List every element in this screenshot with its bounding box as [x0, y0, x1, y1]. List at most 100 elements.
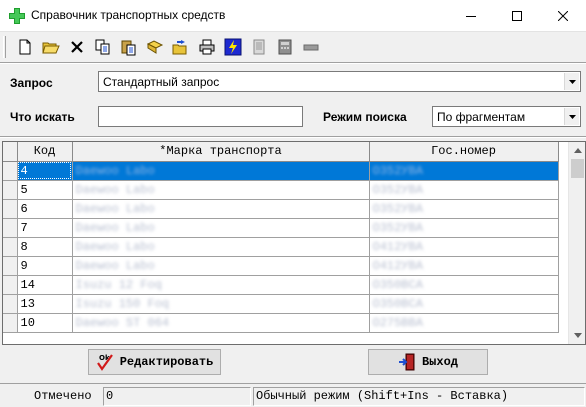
cell-kod[interactable]: 7	[17, 218, 73, 238]
ok-check-icon: Ok	[96, 354, 113, 371]
print-icon[interactable]	[198, 38, 216, 56]
query-select[interactable]: Стандартный запрос	[98, 71, 581, 92]
query-select-value: Стандартный запрос	[103, 75, 220, 89]
row-indicator[interactable]	[3, 294, 18, 314]
table-row[interactable]: 9 Daewoo Labo О412УВА	[3, 256, 559, 276]
open-folder-icon[interactable]	[42, 38, 60, 56]
row-indicator[interactable]	[3, 180, 18, 200]
edit-button[interactable]: Ok Редактировать	[88, 349, 221, 375]
cell-brand[interactable]: Daewoo Labo	[72, 199, 370, 219]
table-row[interactable]: 13 Isuzu 150 Foq О350ВСА	[3, 294, 559, 314]
table-row[interactable]: 6 Daewoo Labo О352УВА	[3, 199, 559, 219]
exit-button-label: Выход	[421, 355, 458, 369]
cell-plate[interactable]: О352УВА	[369, 218, 559, 238]
cell-kod[interactable]: 8	[17, 237, 73, 257]
row-indicator[interactable]	[3, 256, 18, 276]
vehicles-table: Код *Марка транспорта Гос.номер 4 Daewoo…	[3, 142, 559, 333]
table-row[interactable]: 10 Daewoo ST 064 О275ВВА	[3, 313, 559, 333]
minimize-icon	[466, 15, 476, 17]
cell-brand[interactable]: Daewoo Labo	[72, 218, 370, 238]
calculator-icon[interactable]	[276, 38, 294, 56]
cell-kod[interactable]: 6	[17, 199, 73, 219]
exit-button[interactable]: Выход	[368, 349, 488, 375]
scrollbar-thumb[interactable]	[571, 159, 584, 178]
cell-kod[interactable]: 14	[17, 275, 73, 295]
row-indicator[interactable]	[3, 218, 18, 238]
cell-brand[interactable]: Isuzu 150 Foq	[72, 294, 370, 314]
cell-kod[interactable]: 10	[17, 313, 73, 333]
chevron-down-icon[interactable]	[564, 108, 579, 125]
toolbar-grip[interactable]	[3, 36, 6, 58]
cell-plate[interactable]: О412УВА	[369, 256, 559, 276]
search-label: Что искать	[10, 110, 75, 124]
cell-plate[interactable]: О350ВСА	[369, 275, 559, 295]
delete-icon[interactable]	[68, 38, 86, 56]
search-mode-select[interactable]: По фрагментам	[432, 106, 581, 127]
filter-icon[interactable]	[146, 38, 164, 56]
marked-count: 0	[103, 387, 251, 406]
minimize-button[interactable]	[448, 0, 494, 31]
close-icon	[558, 10, 568, 21]
chevron-down-icon[interactable]	[564, 73, 579, 90]
exit-door-icon	[398, 353, 415, 371]
row-indicator[interactable]	[3, 313, 18, 333]
table-row[interactable]: 7 Daewoo Labo О352УВА	[3, 218, 559, 238]
cell-kod[interactable]: 5	[17, 180, 73, 200]
cell-brand[interactable]: Daewoo Labo	[72, 180, 370, 200]
column-header-plate[interactable]: Гос.номер	[369, 142, 559, 162]
table-row[interactable]: 14 Isuzu 12 Foq О350ВСА	[3, 275, 559, 295]
new-document-icon[interactable]	[16, 38, 34, 56]
row-indicator[interactable]	[3, 237, 18, 257]
indicator-header[interactable]	[3, 142, 18, 162]
cell-kod[interactable]: 9	[17, 256, 73, 276]
cell-brand[interactable]: Daewoo ST 064	[72, 313, 370, 333]
open-icon[interactable]	[172, 38, 190, 56]
table-row[interactable]: 4 Daewoo Labo О352УВА	[3, 161, 559, 181]
vertical-scrollbar[interactable]	[568, 142, 585, 344]
status-bar: Отмечено 0 Обычный режим (Shift+Ins - Вс…	[0, 383, 586, 407]
row-indicator[interactable]	[3, 161, 18, 181]
copy-icon[interactable]	[94, 38, 112, 56]
cell-plate[interactable]: О352УВА	[369, 161, 559, 181]
cell-plate[interactable]: О350ВСА	[369, 294, 559, 314]
toolbar-separator	[0, 62, 586, 64]
cell-kod[interactable]: 13	[17, 294, 73, 314]
run-icon[interactable]	[224, 38, 242, 56]
app-cross-icon	[9, 8, 25, 24]
toolbar	[0, 31, 586, 62]
scroll-down-icon[interactable]	[569, 327, 585, 344]
table-header-row: Код *Марка транспорта Гос.номер	[3, 142, 559, 162]
cell-plate[interactable]: О352УВА	[369, 199, 559, 219]
search-mode-value: По фрагментам	[437, 110, 526, 124]
cell-plate[interactable]: О275ВВА	[369, 313, 559, 333]
scroll-up-icon[interactable]	[569, 142, 585, 159]
table-body: 4 Daewoo Labo О352УВА 5 Daewoo Labo О352…	[3, 161, 559, 333]
maximize-icon	[512, 10, 522, 21]
grid-separator	[0, 136, 586, 138]
cell-brand[interactable]: Isuzu 12 Foq	[72, 275, 370, 295]
row-indicator[interactable]	[3, 275, 18, 295]
maximize-button[interactable]	[494, 0, 540, 31]
cell-brand[interactable]: Daewoo Labo	[72, 237, 370, 257]
mode-status: Обычный режим (Shift+Ins - Вставка)	[253, 387, 585, 406]
minus-icon[interactable]	[302, 38, 320, 56]
paste-icon[interactable]	[120, 38, 138, 56]
cell-plate[interactable]: О412УВА	[369, 237, 559, 257]
cell-plate[interactable]: О352УВА	[369, 180, 559, 200]
cell-kod[interactable]: 4	[17, 161, 73, 181]
close-button[interactable]	[540, 0, 586, 31]
query-label: Запрос	[10, 76, 53, 90]
table-row[interactable]: 5 Daewoo Labo О352УВА	[3, 180, 559, 200]
search-mode-label: Режим поиска	[323, 110, 407, 124]
report-icon[interactable]	[250, 38, 268, 56]
search-input[interactable]	[98, 106, 303, 127]
cell-brand[interactable]: Daewoo Labo	[72, 161, 370, 181]
column-header-brand[interactable]: *Марка транспорта	[72, 142, 370, 162]
window-title: Справочник транспортных средств	[31, 8, 226, 22]
title-bar: Справочник транспортных средств	[0, 0, 586, 31]
column-header-kod[interactable]: Код	[17, 142, 73, 162]
vehicles-grid[interactable]: Код *Марка транспорта Гос.номер 4 Daewoo…	[2, 141, 586, 345]
row-indicator[interactable]	[3, 199, 18, 219]
table-row[interactable]: 8 Daewoo Labo О412УВА	[3, 237, 559, 257]
cell-brand[interactable]: Daewoo Labo	[72, 256, 370, 276]
